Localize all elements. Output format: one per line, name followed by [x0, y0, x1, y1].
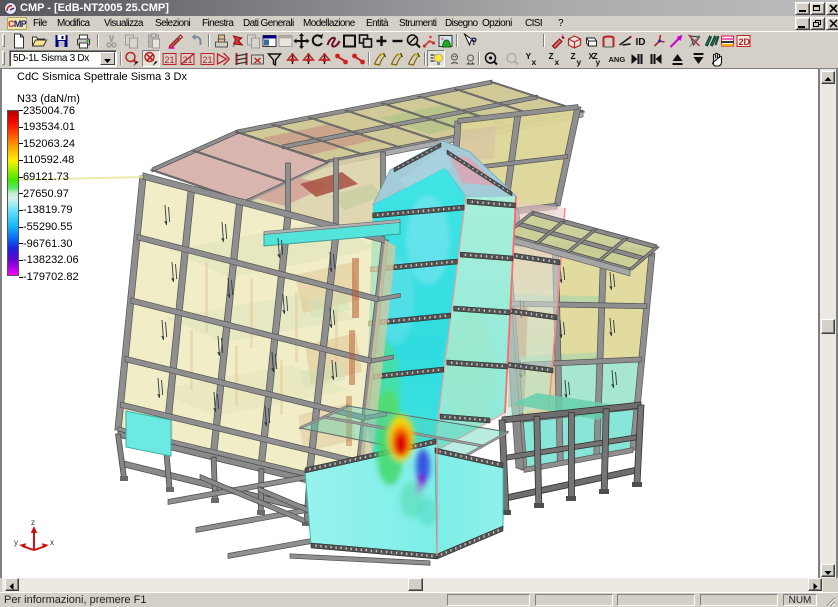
svg-text:Z: Z: [571, 51, 576, 61]
svg-text:2D: 2D: [739, 37, 751, 47]
svg-text:z: z: [31, 518, 35, 527]
svg-text:y: y: [14, 538, 18, 547]
svg-text:x: x: [555, 57, 560, 67]
svg-text:x: x: [50, 538, 54, 547]
svg-text:ID: ID: [636, 37, 646, 48]
svg-text:y: y: [577, 57, 582, 67]
svg-text:Z: Z: [549, 51, 554, 61]
svg-text:?: ?: [471, 36, 478, 48]
svg-text:x: x: [532, 57, 537, 67]
svg-text:ANG: ANG: [609, 55, 626, 64]
svg-text:21: 21: [203, 55, 213, 65]
svg-text:y: y: [596, 57, 601, 67]
svg-text:21: 21: [165, 55, 175, 65]
